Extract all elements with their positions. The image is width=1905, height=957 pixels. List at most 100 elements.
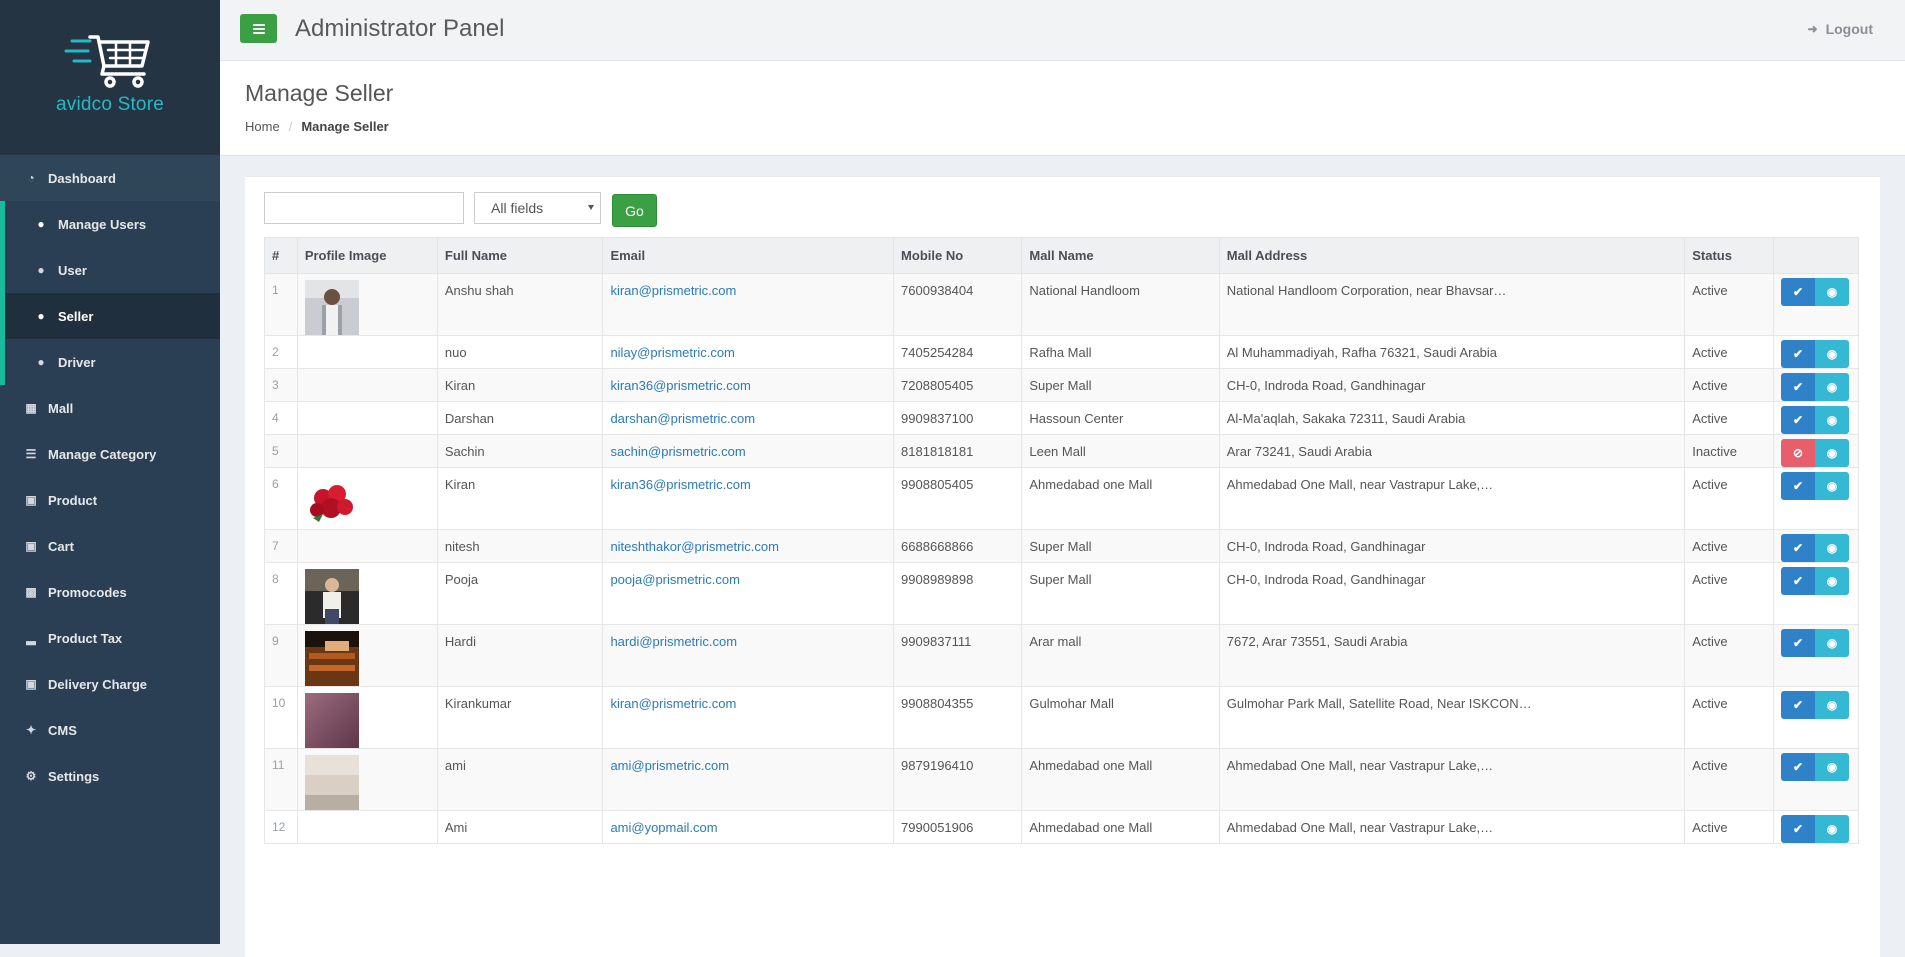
gift-icon: ▩ — [25, 585, 37, 599]
eye-icon: ◉ — [1826, 760, 1838, 774]
table-row[interactable]: 4 Darshan darshan@prismetric.com 9909837100… — [264, 401, 1859, 435]
search-input[interactable] — [264, 192, 464, 224]
view-button[interactable]: ◉ — [1815, 439, 1850, 467]
sidebar: avidco Store ◔ Dashboard ● Manage Users … — [0, 0, 220, 944]
sidebar-item-product-tax[interactable]: ▂ Product Tax — [0, 615, 220, 661]
email-link[interactable]: hardi@prismetric.com — [602, 624, 895, 687]
email-link[interactable]: kiran@prismetric.com — [602, 273, 895, 336]
view-button[interactable]: ◉ — [1815, 567, 1850, 595]
view-button[interactable]: ◉ — [1815, 373, 1850, 401]
view-button[interactable]: ◉ — [1815, 340, 1850, 368]
profile-image[interactable] — [304, 474, 430, 529]
approve-button[interactable]: ✔ — [1781, 406, 1816, 434]
approve-button[interactable]: ✔ — [1781, 815, 1816, 843]
view-button[interactable]: ◉ — [1815, 534, 1850, 562]
actions-cell: ✔ ◉ — [1773, 810, 1859, 844]
actions-cell: ✔ ◉ — [1773, 748, 1859, 811]
sidebar-item-product[interactable]: ▣ Product — [0, 477, 220, 523]
approve-button[interactable]: ✔ — [1781, 567, 1816, 595]
column-header[interactable]: Email — [602, 237, 895, 274]
table-row[interactable]: 12 Ami ami@yopmail.com 7990051906 Ahmedabad … — [264, 810, 1859, 844]
brand-logo[interactable]: avidco Store — [0, 0, 220, 155]
status-text: Active — [1684, 273, 1775, 336]
sidebar-item-cms[interactable]: ✦ CMS — [0, 707, 220, 753]
breadcrumb-home[interactable]: Home — [245, 119, 280, 134]
eye-icon: ◉ — [1826, 285, 1838, 299]
sidebar-item-seller[interactable]: ● Seller — [0, 293, 220, 339]
mobile-number: 7405254284 — [893, 335, 1023, 369]
table-row[interactable]: 9 Hardi hardi@prismetric.com 9909837111 Arar… — [264, 624, 1859, 687]
check-icon: ✔ — [1792, 574, 1804, 588]
approve-button[interactable]: ✔ — [1781, 373, 1816, 401]
view-button[interactable]: ◉ — [1815, 629, 1850, 657]
table-row[interactable]: 2 nuo nilay@prismetric.com 7405254284 Rafha … — [264, 335, 1859, 369]
table-row[interactable]: 8 Pooja pooja@prismetric.com 9908989898 Supe… — [264, 562, 1859, 625]
approve-button[interactable]: ✔ — [1781, 629, 1816, 657]
sidebar-item-user[interactable]: ● User — [0, 247, 220, 293]
search-field-select[interactable]: All fields — [474, 192, 601, 224]
menu-toggle-button[interactable] — [240, 14, 277, 43]
sidebar-item-mall[interactable]: ▦ Mall — [0, 385, 220, 431]
sidebar-item-manage-category[interactable]: ☰ Manage Category — [0, 431, 220, 477]
email-link[interactable]: darshan@prismetric.com — [602, 401, 895, 435]
ban-icon: ⊘ — [1792, 446, 1804, 460]
approve-button[interactable]: ✔ — [1781, 278, 1816, 306]
sidebar-item-settings[interactable]: ⚙ Settings — [0, 753, 220, 799]
email-link[interactable]: sachin@prismetric.com — [602, 434, 895, 468]
column-header[interactable]: Status — [1684, 237, 1775, 274]
view-button[interactable]: ◉ — [1815, 753, 1850, 781]
profile-image[interactable] — [304, 631, 430, 686]
profile-image[interactable] — [304, 693, 430, 748]
table-row[interactable]: 1 Anshu shah kiran@prismetric.com 760093840… — [264, 273, 1859, 336]
eye-icon: ◉ — [1826, 636, 1838, 650]
go-button[interactable]: Go — [612, 194, 657, 227]
approve-button[interactable]: ✔ — [1781, 691, 1816, 719]
view-button[interactable]: ◉ — [1815, 472, 1850, 500]
column-header[interactable]: Mobile No — [893, 237, 1023, 274]
email-link[interactable]: kiran@prismetric.com — [602, 686, 895, 749]
email-link[interactable]: ami@yopmail.com — [602, 810, 895, 844]
mall-name: Super Mall — [1021, 562, 1220, 625]
column-header[interactable]: Mall Address — [1218, 237, 1686, 274]
approve-button[interactable]: ✔ — [1781, 340, 1816, 368]
table-row[interactable]: 11 ami ami@prismetric.com 9879196410 Ahmedab… — [264, 748, 1859, 811]
profile-image[interactable] — [304, 280, 430, 335]
email-link[interactable]: pooja@prismetric.com — [602, 562, 895, 625]
email-link[interactable]: kiran36@prismetric.com — [602, 368, 895, 402]
approve-button[interactable]: ✔ — [1781, 753, 1816, 781]
approve-button[interactable]: ✔ — [1781, 472, 1816, 500]
email-link[interactable]: niteshthakor@prismetric.com — [602, 529, 895, 563]
table-row[interactable]: 5 Sachin sachin@prismetric.com 8181818181 Le… — [264, 434, 1859, 468]
table-row[interactable]: 6 Kiran kiran36@prismetric.com 9908805405 Ah… — [264, 467, 1859, 530]
activate-button[interactable]: ⊘ — [1781, 439, 1816, 467]
profile-image[interactable] — [304, 755, 430, 810]
column-header[interactable]: Profile Image — [296, 237, 438, 274]
view-button[interactable]: ◉ — [1815, 278, 1850, 306]
column-header[interactable]: Full Name — [436, 237, 604, 274]
sidebar-item-cart[interactable]: ▣ Cart — [0, 523, 220, 569]
column-header[interactable]: # — [264, 237, 298, 274]
profile-image-cell — [296, 529, 438, 563]
view-button[interactable]: ◉ — [1815, 815, 1850, 843]
sidebar-item-delivery-charge[interactable]: ▣ Delivery Charge — [0, 661, 220, 707]
profile-image[interactable] — [304, 569, 430, 624]
approve-button[interactable]: ✔ — [1781, 534, 1816, 562]
view-button[interactable]: ◉ — [1815, 691, 1850, 719]
email-link[interactable]: kiran36@prismetric.com — [602, 467, 895, 530]
check-icon: ✔ — [1792, 347, 1804, 361]
table-row[interactable]: 7 nitesh niteshthakor@prismetric.com 668866… — [264, 529, 1859, 563]
row-number: 10 — [264, 686, 298, 749]
sidebar-item-driver[interactable]: ● Driver — [0, 339, 220, 385]
sidebar-item-promocodes[interactable]: ▩ Promocodes — [0, 569, 220, 615]
column-header[interactable]: Mall Name — [1021, 237, 1220, 274]
table-row[interactable]: 3 Kiran kiran36@prismetric.com 7208805405 Su… — [264, 368, 1859, 402]
table-row[interactable]: 10 Kirankumar kiran@prismetric.com 99088043… — [264, 686, 1859, 749]
view-button[interactable]: ◉ — [1815, 406, 1850, 434]
sidebar-item-dashboard[interactable]: ◔ Dashboard — [0, 155, 220, 201]
email-link[interactable]: ami@prismetric.com — [602, 748, 895, 811]
user-icon: ● — [37, 309, 45, 323]
email-link[interactable]: nilay@prismetric.com — [602, 335, 895, 369]
sidebar-item-manage-users[interactable]: ● Manage Users — [0, 201, 220, 247]
mall-address: CH-0, Indroda Road, Gandhinagar — [1218, 529, 1686, 563]
logout-link[interactable]: ➜ Logout — [1808, 21, 1873, 37]
